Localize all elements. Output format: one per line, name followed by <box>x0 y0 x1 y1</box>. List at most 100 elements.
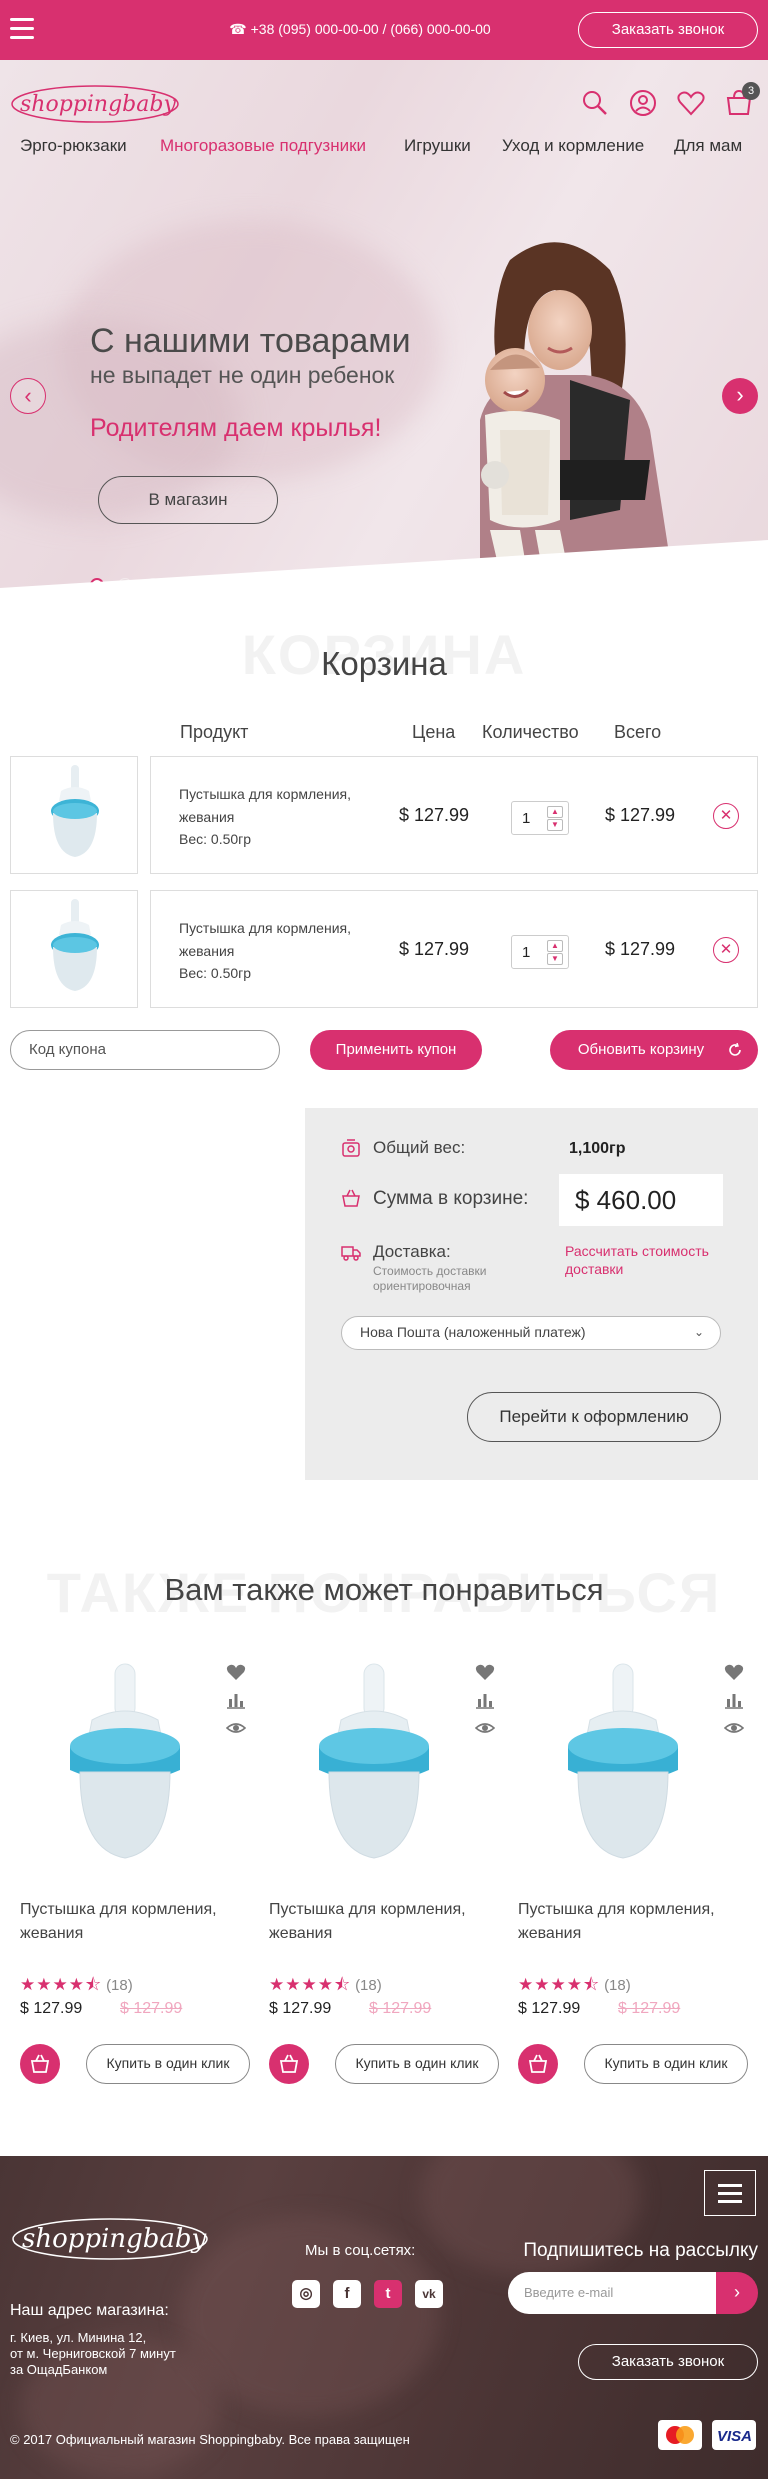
cart-summary: Общий вес: 1,100гр Сумма в корзине: $ 46… <box>305 1108 758 1480</box>
quantity-value[interactable]: 1 <box>522 944 530 961</box>
product-thumbnail[interactable] <box>10 890 138 1008</box>
user-icon[interactable] <box>628 88 658 118</box>
nav-item-care[interactable]: Уход и кормление <box>502 136 644 156</box>
product-old-price: $ 127.99 <box>120 2000 183 2017</box>
basket-icon <box>528 2054 548 2073</box>
product-name[interactable]: Пустышка для кормления, жевания <box>269 1898 499 1946</box>
email-field[interactable]: Введите e-mail <box>508 2272 716 2314</box>
coupon-input[interactable]: Код купона <box>10 1030 280 1070</box>
product-image[interactable] <box>30 1654 220 1874</box>
newsletter-title: Подпишитесь на рассылку <box>523 2240 758 2261</box>
checkout-button[interactable]: Перейти к оформлению <box>467 1392 721 1442</box>
cart-row: Пустышка для кормления, жевания Вес: 0.5… <box>10 890 758 1008</box>
shop-button[interactable]: В магазин <box>98 476 278 524</box>
buy-one-click-button[interactable]: Купить в один клик <box>335 2044 499 2084</box>
svg-text:VISA: VISA <box>717 2428 752 2445</box>
product-image[interactable] <box>279 1654 469 1874</box>
cart-item-name[interactable]: Пустышка для кормления, жевания <box>179 783 389 829</box>
calculate-delivery-link[interactable]: Рассчитать стоимость доставки <box>565 1242 735 1278</box>
add-to-cart-button[interactable] <box>20 2044 60 2084</box>
product-name[interactable]: Пустышка для кормления, жевания <box>518 1898 748 1946</box>
buy-one-click-button[interactable]: Купить в один клик <box>86 2044 250 2084</box>
heart-icon[interactable] <box>676 88 706 118</box>
cart-row: Пустышка для кормления, жевания Вес: 0.5… <box>10 756 758 874</box>
nav-item-ergo[interactable]: Эрго-рюкзаки <box>20 136 127 156</box>
cart-title: Корзина <box>321 645 447 682</box>
product-name[interactable]: Пустышка для кормления, жевания <box>20 1898 250 1946</box>
delivery-note: Стоимость доставки ориентировочная <box>373 1264 487 1293</box>
heart-icon[interactable] <box>226 1662 246 1682</box>
product-price: $ 127.99 <box>518 2000 581 2017</box>
quantity-value[interactable]: 1 <box>522 810 530 827</box>
review-count: (18) <box>106 1977 133 1994</box>
eye-icon[interactable] <box>474 1718 496 1738</box>
update-cart-button[interactable]: Обновить корзину <box>550 1030 758 1070</box>
product-image[interactable] <box>528 1654 718 1874</box>
review-count: (18) <box>604 1977 631 1994</box>
review-count: (18) <box>355 1977 382 1994</box>
cart-item-price: $ 127.99 <box>399 939 470 959</box>
header-icons: 3 <box>580 82 760 118</box>
address-title: Наш адрес магазина: <box>10 2302 169 2319</box>
heart-icon[interactable] <box>724 1662 744 1682</box>
vk-icon[interactable]: vk <box>415 2280 443 2308</box>
stars-glyphs: ★★★★⯪ <box>518 1975 601 1994</box>
scale-icon <box>342 1139 360 1157</box>
heart-icon[interactable] <box>475 1662 495 1682</box>
add-to-cart-button[interactable] <box>518 2044 558 2084</box>
qty-down-icon[interactable]: ▼ <box>547 819 563 831</box>
buy-one-click-button[interactable]: Купить в один клик <box>584 2044 748 2084</box>
compare-icon[interactable] <box>724 1690 744 1710</box>
remove-item-button[interactable]: ✕ <box>713 803 739 829</box>
compare-icon[interactable] <box>226 1690 246 1710</box>
footer-menu-icon[interactable] <box>704 2170 756 2216</box>
delivery-select[interactable]: Нова Пошта (наложенный платеж) ⌄ <box>341 1316 721 1350</box>
product-price: $ 127.99 <box>20 2000 83 2017</box>
qty-down-icon[interactable]: ▼ <box>547 953 563 965</box>
qty-up-icon[interactable]: ▲ <box>547 940 563 952</box>
logo-text: shoppingbaby <box>20 92 176 117</box>
product-card: Пустышка для кормления, жевания ★★★★⯪ (18… <box>508 1654 748 2094</box>
product-old-price: $ 127.99 <box>618 2000 681 2017</box>
compare-icon[interactable] <box>475 1690 495 1710</box>
nav-item-diapers[interactable]: Многоразовые подгузники <box>160 136 366 156</box>
logo[interactable]: shoppingbaby <box>10 80 180 124</box>
basket-icon <box>279 2054 299 2073</box>
product-thumbnail[interactable] <box>10 756 138 874</box>
callback-button[interactable]: Заказать звонок <box>578 12 758 48</box>
slider-prev-button[interactable]: ‹ <box>10 378 46 414</box>
hero-title: С нашими товарами <box>90 322 411 360</box>
cart-icon[interactable]: 3 <box>724 82 760 118</box>
rating-stars: ★★★★⯪ (18) <box>518 1972 631 2001</box>
subscribe-button[interactable]: › <box>716 2272 758 2314</box>
search-icon[interactable] <box>580 88 610 118</box>
footer-logo[interactable]: shoppingbaby <box>10 2212 210 2262</box>
phone-numbers[interactable]: ☎ +38 (095) 000-00-00 / (066) 000-00-00 <box>200 21 520 38</box>
visa-icon: VISA <box>712 2420 756 2450</box>
nav-item-toys[interactable]: Игрушки <box>404 136 471 156</box>
add-to-cart-button[interactable] <box>269 2044 309 2084</box>
mastercard-icon <box>658 2420 702 2450</box>
facebook-icon[interactable]: f <box>333 2280 361 2308</box>
update-cart-label: Обновить корзину <box>577 1041 705 1058</box>
nav-item-moms[interactable]: Для мам <box>674 136 742 156</box>
quantity-stepper[interactable]: 1 ▲ ▼ <box>511 801 569 835</box>
cart-item: Пустышка для кормления, жевания Вес: 0.5… <box>150 890 758 1008</box>
eye-icon[interactable] <box>723 1718 745 1738</box>
refresh-icon <box>729 1043 741 1056</box>
address-line: г. Киев, ул. Минина 12, <box>10 2330 147 2345</box>
instagram-icon[interactable]: ◎ <box>292 2280 320 2308</box>
qty-up-icon[interactable]: ▲ <box>547 806 563 818</box>
product-actions <box>474 1662 497 1746</box>
product-old-price: $ 127.99 <box>369 2000 432 2017</box>
eye-icon[interactable] <box>225 1718 247 1738</box>
cart-item-name[interactable]: Пустышка для кормления, жевания <box>179 917 389 963</box>
sum-label: Сумма в корзине: <box>373 1188 529 1209</box>
apply-coupon-button[interactable]: Применить купон <box>310 1030 482 1070</box>
footer-callback-button[interactable]: Заказать звонок <box>578 2344 758 2380</box>
menu-icon[interactable] <box>10 18 34 40</box>
twitter-icon[interactable]: t <box>374 2280 402 2308</box>
remove-item-button[interactable]: ✕ <box>713 937 739 963</box>
quantity-stepper[interactable]: 1 ▲ ▼ <box>511 935 569 969</box>
slider-next-button[interactable]: › <box>722 378 758 414</box>
